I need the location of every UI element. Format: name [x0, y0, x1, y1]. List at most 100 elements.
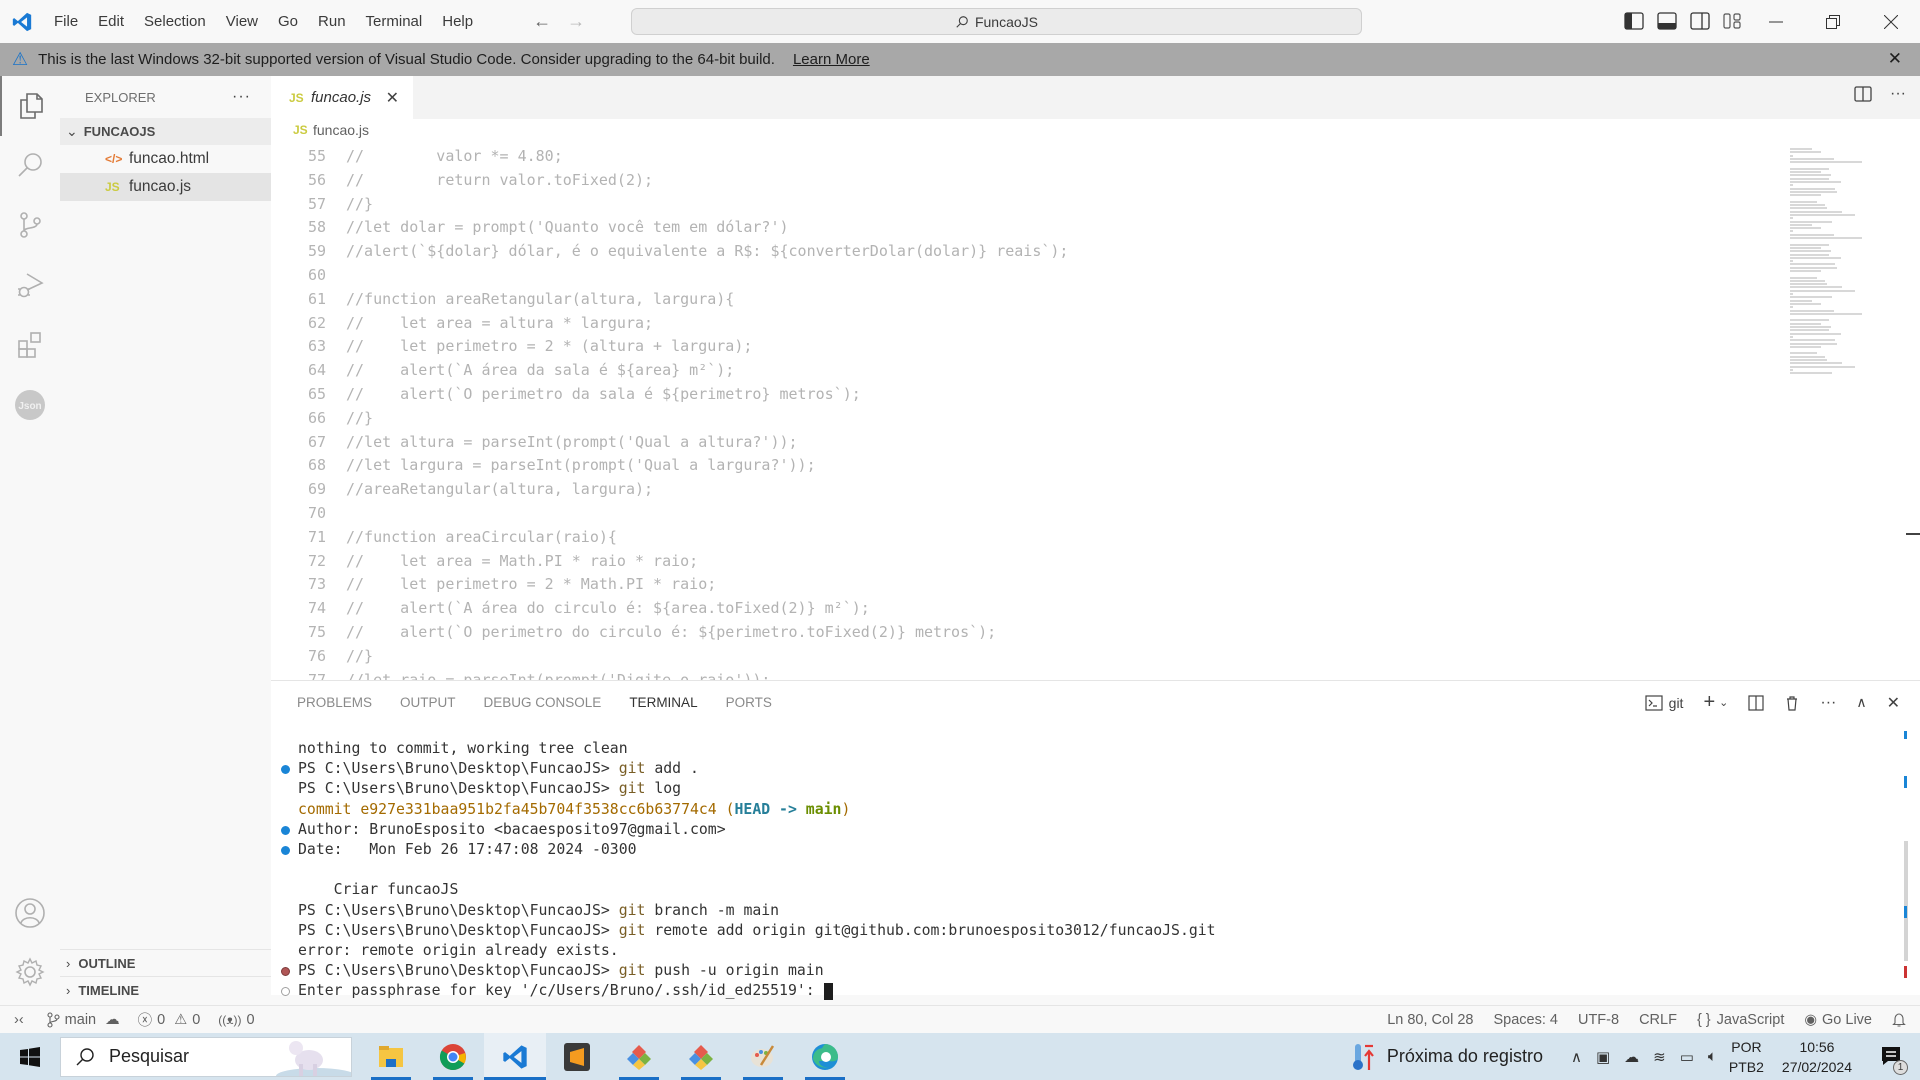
- run-debug-icon[interactable]: [0, 255, 60, 315]
- line-content: //}: [346, 408, 374, 427]
- taskbar-chrome[interactable]: [422, 1033, 484, 1080]
- branch-indicator[interactable]: main ☁: [46, 1012, 120, 1028]
- indentation[interactable]: Spaces: 4: [1493, 1012, 1558, 1028]
- remote-indicator-icon[interactable]: ›‹: [14, 1012, 24, 1028]
- camera-icon[interactable]: ▣: [1596, 1048, 1610, 1066]
- problems-indicator[interactable]: ⓧ 0 ⚠ 0: [138, 1009, 201, 1030]
- source-control-icon[interactable]: [0, 195, 60, 255]
- code-line: 55 // valor *= 4.80;: [271, 145, 1771, 169]
- banner-close-icon[interactable]: ✕: [1888, 49, 1902, 69]
- menu-view[interactable]: View: [216, 0, 268, 43]
- onedrive-offline-icon[interactable]: ☁: [1624, 1048, 1639, 1066]
- file-funcao-html[interactable]: </> funcao.html: [60, 145, 271, 173]
- json-extension-icon[interactable]: Json: [0, 375, 60, 435]
- command-decoration-success[interactable]: [281, 845, 290, 855]
- search-icon[interactable]: [0, 135, 60, 195]
- show-hidden-icons-chevron[interactable]: ∧: [1571, 1048, 1582, 1066]
- menu-file[interactable]: File: [44, 0, 88, 43]
- back-arrow-icon[interactable]: ←: [525, 11, 559, 32]
- start-button[interactable]: [0, 1033, 60, 1080]
- code-editor[interactable]: 55 // valor *= 4.80; 56 // return valor.toF…: [271, 145, 1771, 680]
- tab-output[interactable]: OUTPUT: [400, 685, 456, 720]
- command-decoration-pending[interactable]: [281, 987, 290, 997]
- taskbar-paint[interactable]: [732, 1033, 794, 1080]
- taskbar-search[interactable]: Pesquisar: [60, 1036, 352, 1077]
- notifications-bell-icon[interactable]: [1892, 1012, 1906, 1028]
- minimap-line: [1790, 355, 1826, 358]
- customize-layout-icon[interactable]: [1723, 12, 1743, 30]
- taskbar-sublime[interactable]: [546, 1033, 608, 1080]
- folder-funcaojs[interactable]: ⌄ FUNCAOJS: [60, 118, 271, 145]
- accounts-icon[interactable]: [0, 883, 60, 943]
- settings-gear-icon[interactable]: [0, 942, 60, 1002]
- new-terminal-button[interactable]: + ⌄: [1703, 691, 1728, 714]
- menu-run[interactable]: Run: [308, 0, 356, 43]
- warning-icon: ⚠: [12, 49, 29, 69]
- taskbar-git-gui-2[interactable]: [670, 1033, 732, 1080]
- extensions-icon[interactable]: [0, 315, 60, 375]
- learn-more-link[interactable]: Learn More: [793, 51, 870, 68]
- breadcrumb-file[interactable]: funcao.js: [313, 122, 369, 138]
- close-panel-icon[interactable]: ✕: [1887, 693, 1900, 713]
- minimize-button[interactable]: [1753, 0, 1799, 43]
- notification-center-button[interactable]: 1: [1872, 1037, 1912, 1077]
- line-content: //let raio = parseInt(prompt('Digite o r…: [346, 670, 771, 680]
- cursor-position[interactable]: Ln 80, Col 28: [1387, 1012, 1473, 1028]
- menu-terminal[interactable]: Terminal: [356, 0, 433, 43]
- taskbar-git-gui-1[interactable]: [608, 1033, 670, 1080]
- taskbar-edge[interactable]: [794, 1033, 856, 1080]
- minimap[interactable]: [1790, 148, 1880, 375]
- trash-icon[interactable]: [1784, 695, 1800, 711]
- split-editor-icon[interactable]: [1854, 86, 1872, 102]
- battery-icon[interactable]: ▭: [1680, 1048, 1694, 1066]
- end-of-line[interactable]: CRLF: [1639, 1012, 1677, 1028]
- toggle-panel-icon[interactable]: [1657, 12, 1677, 30]
- outline-section[interactable]: › OUTLINE: [60, 949, 271, 976]
- terminal-line: error: remote origin already exists.: [298, 941, 619, 959]
- go-live-button[interactable]: ◉ Go Live: [1804, 1012, 1872, 1028]
- tab-terminal[interactable]: TERMINAL: [629, 685, 697, 720]
- close-window-button[interactable]: [1868, 0, 1914, 43]
- wifi-icon[interactable]: ≋: [1653, 1048, 1666, 1066]
- terminal-output[interactable]: nothing to commit, working tree clean PS…: [271, 739, 1891, 1000]
- menu-edit[interactable]: Edit: [88, 0, 134, 43]
- line-number: 57: [307, 194, 326, 213]
- taskbar-file-explorer[interactable]: [360, 1033, 422, 1080]
- minimap-line: [1790, 372, 1833, 375]
- command-decoration-success[interactable]: [281, 765, 290, 775]
- editor-scroll-indicator[interactable]: [1906, 533, 1920, 535]
- ports-indicator[interactable]: ((ᴥ)) 0: [218, 1012, 254, 1028]
- tab-funcao-js[interactable]: JS funcao.js ✕: [271, 76, 413, 119]
- maximize-panel-icon[interactable]: ∧: [1856, 694, 1866, 711]
- encoding[interactable]: UTF-8: [1578, 1012, 1619, 1028]
- language-mode[interactable]: { } JavaScript: [1697, 1012, 1784, 1028]
- editor-more-actions-icon[interactable]: ···: [1890, 86, 1906, 102]
- toggle-secondary-sidebar-icon[interactable]: [1690, 12, 1710, 30]
- publish-cloud-icon[interactable]: ☁: [105, 1012, 120, 1028]
- menu-help[interactable]: Help: [432, 0, 483, 43]
- forward-arrow-icon[interactable]: →: [559, 11, 593, 32]
- tab-problems[interactable]: PROBLEMS: [297, 685, 372, 720]
- file-funcao-js[interactable]: JS funcao.js: [60, 173, 271, 201]
- tab-ports[interactable]: PORTS: [726, 685, 772, 720]
- menu-selection[interactable]: Selection: [134, 0, 216, 43]
- close-tab-icon[interactable]: ✕: [386, 88, 399, 108]
- menu-go[interactable]: Go: [268, 0, 308, 43]
- explorer-icon[interactable]: [0, 76, 60, 136]
- restore-button[interactable]: [1810, 0, 1856, 43]
- panel-more-actions-icon[interactable]: ···: [1820, 694, 1836, 712]
- timeline-section[interactable]: › TIMELINE: [60, 976, 271, 1003]
- language-indicator[interactable]: POR PTB2: [1729, 1037, 1764, 1077]
- tab-debug-console[interactable]: DEBUG CONSOLE: [484, 685, 602, 720]
- taskbar-vscode[interactable]: [484, 1033, 546, 1080]
- command-decoration-error[interactable]: [281, 967, 290, 977]
- weather-widget[interactable]: Próxima do registro: [1351, 1042, 1543, 1072]
- split-terminal-icon[interactable]: [1748, 694, 1764, 711]
- clock[interactable]: 10:56 27/02/2024: [1782, 1037, 1852, 1077]
- more-actions-icon[interactable]: ···: [232, 88, 251, 106]
- command-center-search[interactable]: FuncaoJS: [631, 8, 1362, 35]
- command-decoration-success[interactable]: [281, 825, 290, 835]
- volume-icon[interactable]: 🔈︎: [1708, 1048, 1717, 1065]
- toggle-primary-sidebar-icon[interactable]: [1624, 12, 1644, 30]
- terminal-selector[interactable]: git: [1645, 695, 1683, 711]
